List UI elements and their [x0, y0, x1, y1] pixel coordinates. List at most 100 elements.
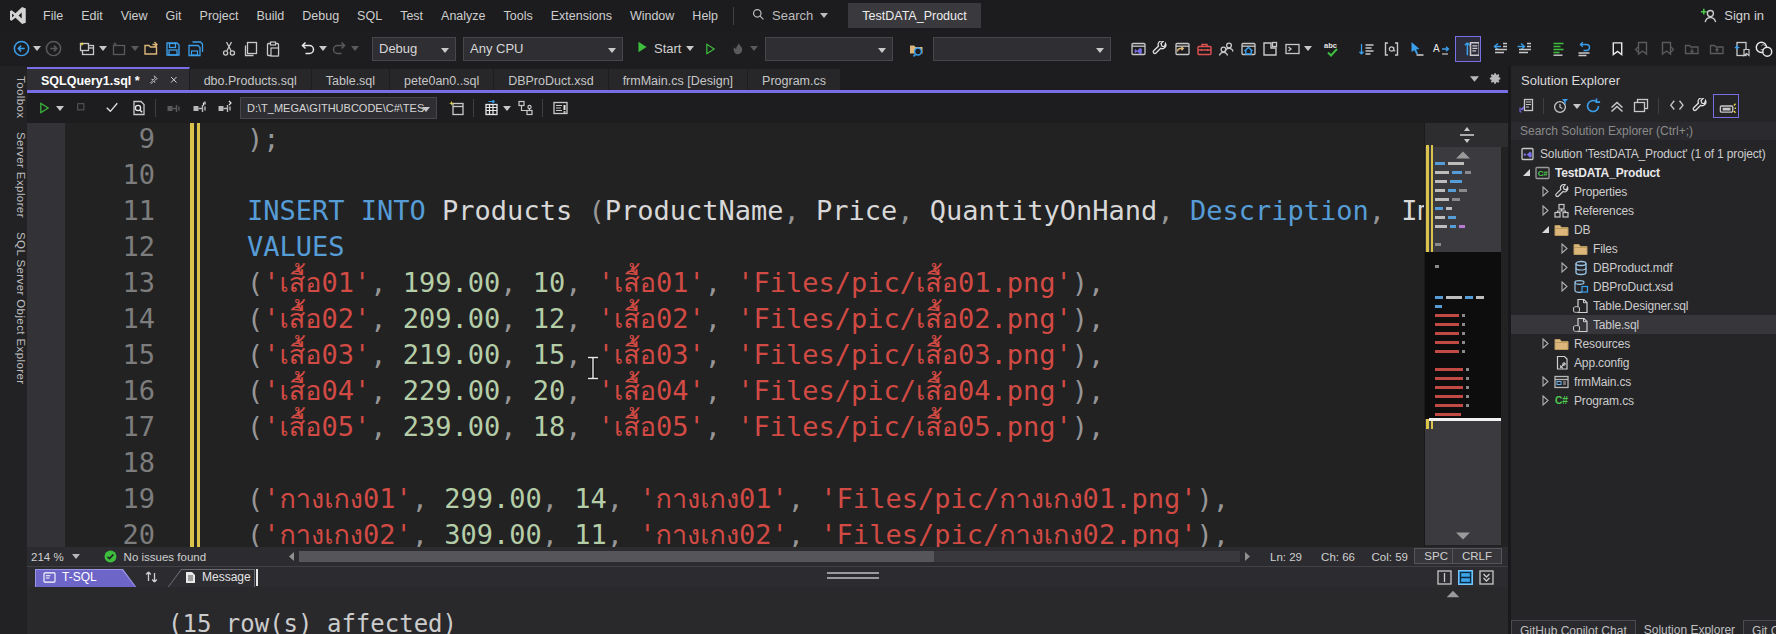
- expand-arrow-icon[interactable]: [1537, 376, 1553, 387]
- undo-button[interactable]: [296, 37, 318, 61]
- menu-file[interactable]: File: [34, 0, 72, 31]
- expand-arrow-icon[interactable]: [1537, 205, 1553, 216]
- se-properties-button[interactable]: [1689, 94, 1711, 118]
- close-icon[interactable]: [170, 76, 181, 87]
- tool-window-tab-git-ch[interactable]: Git Ch: [1743, 620, 1776, 634]
- team-explorer-window-button[interactable]: [1171, 37, 1193, 61]
- tree-item-program.cs[interactable]: C#Program.cs: [1511, 391, 1776, 410]
- window-group-dropdown-icon[interactable]: [1303, 37, 1313, 61]
- horizontal-scroll-thumb[interactable]: [299, 551, 934, 562]
- menu-tools[interactable]: Tools: [495, 0, 542, 31]
- tree-item-table.designer.sql[interactable]: Table.Designer.sql: [1511, 296, 1776, 315]
- minimap-viewport[interactable]: [1425, 252, 1501, 419]
- gear-icon[interactable]: [1489, 72, 1502, 85]
- add-new-item-dropdown-icon[interactable]: [130, 37, 140, 61]
- redo-dropdown-icon[interactable]: [350, 37, 360, 61]
- format-document-button[interactable]: [1547, 37, 1569, 61]
- message-scroll-up-arrow[interactable]: [1444, 589, 1462, 599]
- start-window-button[interactable]: [1237, 37, 1259, 61]
- expand-arrow-icon[interactable]: [1537, 395, 1553, 406]
- tool-tab-server-explorer[interactable]: Server Explorer: [0, 132, 27, 218]
- code-editor[interactable]: 91011121314151617181920 );INSERT INTO Pr…: [27, 123, 1508, 547]
- live-share-button[interactable]: [1215, 37, 1237, 61]
- interactive-window-toggle[interactable]: [1455, 36, 1481, 62]
- copy-button[interactable]: [240, 37, 262, 61]
- menu-project[interactable]: Project: [191, 0, 248, 31]
- tree-item-dbproduct.xsd[interactable]: DBProDuct.xsd: [1511, 277, 1776, 296]
- start-debug-button[interactable]: Start: [632, 40, 685, 57]
- find-combo[interactable]: [933, 37, 1111, 61]
- command-window-button[interactable]: [1281, 37, 1303, 61]
- start-dropdown-icon[interactable]: [685, 37, 695, 61]
- tree-item-db[interactable]: DB: [1511, 220, 1776, 239]
- menu-test[interactable]: Test: [391, 0, 432, 31]
- message-output-pane[interactable]: (15 row(s) affected): [27, 587, 1508, 634]
- tool-window-tab-solution-explorer[interactable]: Solution Explorer: [1636, 620, 1743, 634]
- se-preview-selected-button[interactable]: [1630, 94, 1652, 118]
- swap-panes-icon[interactable]: [144, 570, 159, 588]
- tree-item-app.config[interactable]: App.config: [1511, 353, 1776, 372]
- display-hints-button[interactable]: [1380, 37, 1402, 61]
- se-collapse-all-button[interactable]: [1606, 94, 1628, 118]
- hot-reload-dropdown-icon[interactable]: [749, 37, 759, 61]
- paste-button[interactable]: [262, 37, 284, 61]
- collapse-arrow-icon[interactable]: [1537, 225, 1553, 234]
- sort-lines-button[interactable]: [1355, 37, 1377, 61]
- se-show-all-files-button[interactable]: [1713, 94, 1739, 118]
- solution-explorer-search[interactable]: Search Solution Explorer (Ctrl+;): [1511, 122, 1776, 140]
- properties-window-button[interactable]: [1149, 37, 1171, 61]
- tool-tab-toolbox[interactable]: Toolbox: [0, 76, 27, 118]
- copilot-button[interactable]: [1752, 37, 1774, 61]
- menu-window[interactable]: Window: [621, 0, 683, 31]
- scroll-down-arrow[interactable]: [1453, 531, 1473, 541]
- split-horizontal-button-active[interactable]: [1458, 570, 1473, 585]
- expand-arrow-icon[interactable]: [1537, 186, 1553, 197]
- navigate-to-button[interactable]: [1405, 37, 1427, 61]
- menu-git[interactable]: Git: [157, 0, 191, 31]
- se-filter-dropdown-icon[interactable]: [1572, 94, 1582, 118]
- se-refresh-button[interactable]: [1582, 94, 1604, 118]
- collapse-pane-button[interactable]: [1479, 570, 1494, 585]
- menu-analyze[interactable]: Analyze: [432, 0, 494, 31]
- menu-help[interactable]: Help: [683, 0, 727, 31]
- tree-item-frmmain.cs[interactable]: frmMain.cs: [1511, 372, 1776, 391]
- parse-query-button[interactable]: [101, 96, 123, 120]
- se-view-code-button[interactable]: [1665, 94, 1687, 118]
- schema-compare-button[interactable]: [514, 96, 536, 120]
- tree-item-solution-testdata-product-1-of-1-project-[interactable]: Solution 'TestDATA_Product' (1 of 1 proj…: [1511, 144, 1776, 163]
- open-file-button[interactable]: [140, 37, 162, 61]
- sign-in-button[interactable]: Sign in: [1700, 0, 1764, 31]
- tree-item-files[interactable]: Files: [1511, 239, 1776, 258]
- toolbox-window-button[interactable]: [1193, 37, 1215, 61]
- navigate-back-dropdown-icon[interactable]: [32, 37, 42, 61]
- zoom-level[interactable]: 214 %: [31, 551, 64, 563]
- start-without-debugging-button[interactable]: [699, 37, 721, 61]
- tab-list-dropdown-icon[interactable]: [1470, 76, 1479, 82]
- tsql-tab-content[interactable]: T-SQL: [43, 570, 97, 584]
- search-control[interactable]: Search: [740, 8, 840, 24]
- estimated-plan-button[interactable]: [127, 96, 149, 120]
- issues-status[interactable]: No issues found: [124, 551, 206, 563]
- intellisense-toggle-button[interactable]: [549, 96, 571, 120]
- expand-arrow-icon[interactable]: [1556, 243, 1572, 254]
- navigate-back-button[interactable]: [10, 37, 32, 61]
- tree-item-table.sql[interactable]: Table.sql: [1511, 315, 1776, 334]
- menu-build[interactable]: Build: [247, 0, 293, 31]
- tree-item-resources[interactable]: Resources: [1511, 334, 1776, 353]
- split-vertical-button[interactable]: [1437, 570, 1452, 585]
- horizontal-scrollbar[interactable]: [287, 550, 1252, 563]
- expand-arrow-icon[interactable]: [1556, 281, 1572, 292]
- pin-icon[interactable]: [149, 75, 161, 87]
- new-project-dropdown-icon[interactable]: [98, 37, 108, 61]
- tool-tab-sql-server-object-explorer[interactable]: SQL Server Object Explorer: [0, 232, 27, 385]
- toggle-bookmark-button[interactable]: [1606, 37, 1628, 61]
- scroll-up-arrow[interactable]: [1453, 150, 1473, 160]
- minimap-scrollbar[interactable]: [1424, 123, 1508, 547]
- execute-dropdown-icon[interactable]: [55, 96, 65, 120]
- expand-arrow-icon[interactable]: [1537, 338, 1553, 349]
- connect-button[interactable]: [188, 96, 210, 120]
- decrease-indent-button[interactable]: [1489, 37, 1511, 61]
- collapse-arrow-icon[interactable]: [1518, 168, 1534, 177]
- rename-button[interactable]: A: [1430, 37, 1452, 61]
- find-in-files-button[interactable]: [905, 37, 927, 61]
